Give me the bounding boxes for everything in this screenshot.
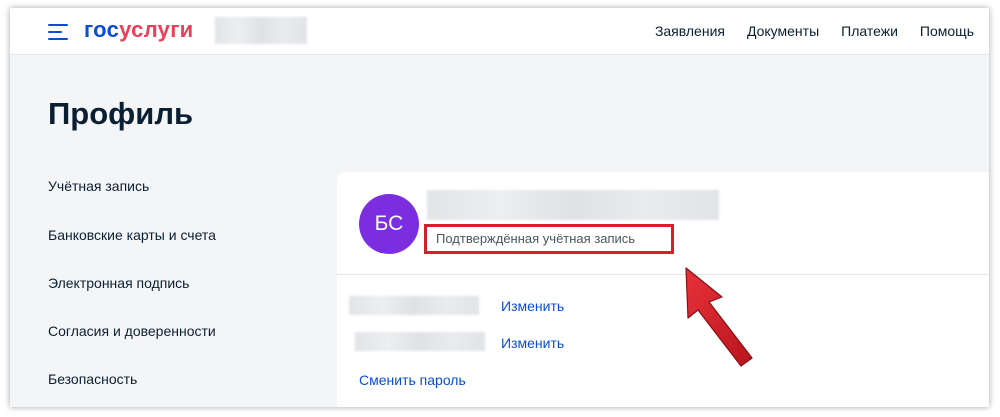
sidebar-item-e-signature[interactable]: Электронная подпись <box>48 275 189 291</box>
top-header: госуслуги Заявления Документы Платежи По… <box>10 8 989 55</box>
edit-email-link[interactable]: Изменить <box>501 335 564 351</box>
gosuslugi-logo[interactable]: госуслуги <box>84 17 194 43</box>
sidebar-item-consents[interactable]: Согласия и доверенности <box>48 323 216 339</box>
edit-phone-link[interactable]: Изменить <box>501 298 564 314</box>
logo-part-gos: гос <box>84 17 120 42</box>
card-divider <box>337 274 989 275</box>
nav-payments[interactable]: Платежи <box>841 23 898 39</box>
verified-status-badge: Подтверждённая учётная запись <box>424 224 674 254</box>
redacted-region <box>215 17 307 44</box>
top-nav: Заявления Документы Платежи Помощь <box>655 23 974 39</box>
nav-help[interactable]: Помощь <box>920 23 974 39</box>
nav-documents[interactable]: Документы <box>747 23 819 39</box>
redacted-contact-phone <box>349 296 479 315</box>
sidebar-item-bank-cards[interactable]: Банковские карты и счета <box>48 227 216 243</box>
account-card: БС Подтверждённая учётная запись Изменит… <box>337 172 989 407</box>
page-title: Профиль <box>48 96 194 131</box>
avatar[interactable]: БС <box>359 194 419 254</box>
sidebar-item-security[interactable]: Безопасность <box>48 371 137 387</box>
redacted-user-name <box>427 190 719 220</box>
logo-part-uslugi: услуги <box>119 17 194 42</box>
browser-frame: госуслуги Заявления Документы Платежи По… <box>10 8 989 407</box>
menu-icon[interactable] <box>48 24 68 40</box>
sidebar-item-account[interactable]: Учётная запись <box>48 178 149 194</box>
change-password-link[interactable]: Сменить пароль <box>359 372 466 388</box>
nav-applications[interactable]: Заявления <box>655 23 725 39</box>
redacted-contact-email <box>355 332 485 351</box>
